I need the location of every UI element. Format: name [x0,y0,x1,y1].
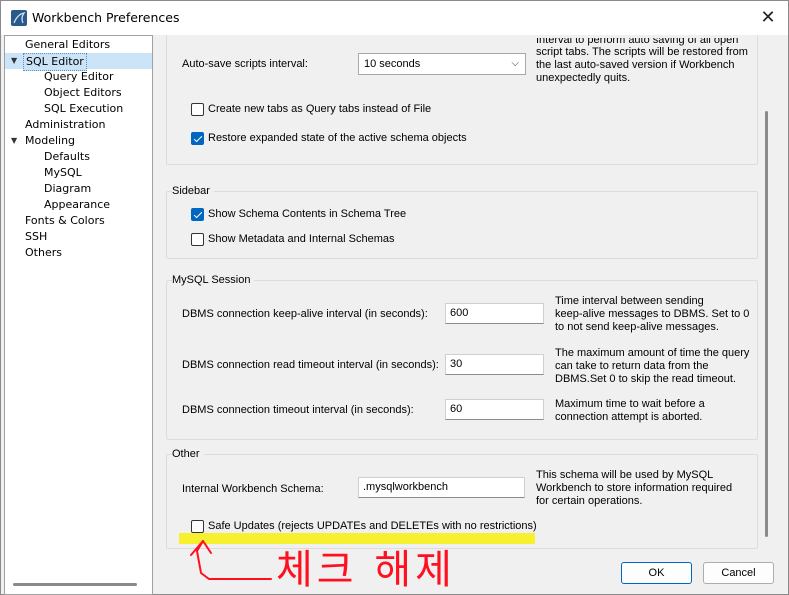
settings-panel: Auto-save scripts interval: 10 seconds ⌵… [153,35,787,553]
conn-timeout-desc-line: connection attempt is aborted. [555,411,703,423]
chevron-down-icon: ⌵ [511,58,519,69]
sidebar-item-fonts-colors[interactable]: Fonts & Colors [25,213,105,229]
autosave-label: Auto-save scripts interval: [182,58,308,70]
sidebar-item-diagram[interactable]: Diagram [44,181,91,197]
title-bar: Workbench Preferences ✕ [1,1,788,35]
other-group-title: Other [172,448,204,460]
autosave-selected-value: 10 seconds [364,58,421,70]
sidebar-horizontal-scrollbar[interactable] [13,583,137,586]
schema-desc-line: Workbench to store information required [536,482,733,494]
sidebar-group-title: Sidebar [172,185,214,197]
expand-down-icon[interactable]: ▼ [11,136,21,146]
schema-desc-line: This schema will be used by MySQL [536,469,714,481]
sidebar-item-label: Modeling [25,134,76,147]
show-schema-contents-checkbox[interactable] [191,208,204,221]
restore-state-checkbox[interactable] [191,132,204,145]
keepalive-label: DBMS connection keep-alive interval (in … [182,308,428,320]
sidebar-item-modeling[interactable]: ▼ Modeling [5,133,152,149]
sidebar-item-label: Query Editor [44,70,114,83]
sidebar-item-label: SSH [25,230,48,243]
read-timeout-desc-line: DBMS.Set 0 to skip the read timeout. [555,373,736,385]
sidebar-item-label: Appearance [44,198,111,211]
keepalive-desc-line: keep-alive messages to DBMS. Set to 0 [555,308,750,320]
keepalive-input[interactable]: 600 [445,303,544,324]
red-arrow-icon [190,540,272,580]
sidebar-item-query-editor[interactable]: Query Editor [44,69,113,85]
sidebar-item-label: MySQL [44,166,82,179]
content-vertical-scrollbar[interactable] [765,111,768,537]
conn-timeout-desc-line: Maximum time to wait before a [555,398,705,410]
autosave-desc-line: script tabs. The scripts will be restore… [536,46,748,58]
safe-updates-checkbox[interactable] [191,520,204,533]
autosave-desc-line: unexpectedly quits. [536,72,631,84]
sidebar-item-mysql[interactable]: MySQL [44,165,82,181]
sidebar-item-label: Fonts & Colors [25,214,105,227]
sidebar-item-appearance[interactable]: Appearance [44,197,110,213]
preferences-tree: General Editors ▼ SQL Editor Query Edito… [4,35,153,595]
sidebar-item-sql-execution[interactable]: SQL Execution [44,101,123,117]
read-timeout-desc-line: can take to return data from the [555,360,709,372]
safe-updates-label[interactable]: Safe Updates (rejects UPDATEs and DELETE… [208,520,537,532]
internal-schema-description: This schema will be used by MySQL Workbe… [536,469,756,508]
create-tabs-checkbox[interactable] [191,103,204,116]
sidebar-item-label: Object Editors [44,86,122,99]
restore-state-label[interactable]: Restore expanded state of the active sch… [208,132,467,144]
keepalive-desc-line: to not send keep-alive messages. [555,321,719,333]
sidebar-item-object-editors[interactable]: Object Editors [44,85,122,101]
show-schema-contents-label[interactable]: Show Schema Contents in Schema Tree [208,208,406,220]
sidebar-item-label: Defaults [44,150,90,163]
autosave-desc-line: Interval to perform auto saving of all o… [536,38,739,46]
show-metadata-checkbox[interactable] [191,233,204,246]
sidebar-item-defaults[interactable]: Defaults [44,149,90,165]
expand-down-icon[interactable]: ▼ [11,56,21,66]
autosave-interval-select[interactable]: 10 seconds ⌵ [358,53,526,75]
internal-schema-label: Internal Workbench Schema: [182,483,324,495]
window-title: Workbench Preferences [32,10,180,25]
autosave-desc-line: the last auto-saved version if Workbench [536,59,735,71]
ok-button[interactable]: OK [621,562,692,584]
sidebar-item-sql-editor[interactable]: ▼ SQL Editor [5,53,152,71]
schema-desc-line: for certain operations. [536,495,643,507]
sidebar-item-label: SQL Execution [44,102,124,115]
conn-timeout-label: DBMS connection timeout interval (in sec… [182,404,414,416]
sidebar-item-others[interactable]: Others [25,245,62,261]
read-timeout-label: DBMS connection read timeout interval (i… [182,359,439,371]
sidebar-item-administration[interactable]: Administration [25,117,106,133]
sidebar-item-label: Diagram [44,182,92,195]
cancel-button[interactable]: Cancel [703,562,774,584]
sidebar-item-general-editors[interactable]: General Editors [25,37,110,53]
keepalive-description: Time interval between sending keep-alive… [555,295,765,334]
sidebar-item-ssh[interactable]: SSH [25,229,47,245]
read-timeout-input[interactable]: 30 [445,354,544,375]
close-icon[interactable]: ✕ [756,7,780,29]
mysql-session-group-title: MySQL Session [172,274,255,286]
annotation-uncheck-text: 체크 해제 [276,547,456,593]
conn-timeout-description: Maximum time to wait before a connection… [555,398,765,424]
create-tabs-label[interactable]: Create new tabs as Query tabs instead of… [208,103,431,115]
autosave-description: Interval to perform auto saving of all o… [536,38,756,85]
keepalive-desc-line: Time interval between sending [555,295,704,307]
sidebar-group [166,191,758,259]
sidebar-item-label: General Editors [25,38,111,51]
conn-timeout-input[interactable]: 60 [445,399,544,420]
sidebar-item-label: Administration [25,118,106,131]
preferences-window: Workbench Preferences ✕ General Editors … [0,0,789,595]
show-metadata-label[interactable]: Show Metadata and Internal Schemas [208,233,395,245]
workbench-dolphin-icon [11,10,27,26]
internal-schema-input[interactable]: .mysqlworkbench [358,477,525,498]
read-timeout-desc-line: The maximum amount of time the query [555,347,750,359]
sidebar-item-label: Others [25,246,62,259]
read-timeout-description: The maximum amount of time the query can… [555,347,765,386]
